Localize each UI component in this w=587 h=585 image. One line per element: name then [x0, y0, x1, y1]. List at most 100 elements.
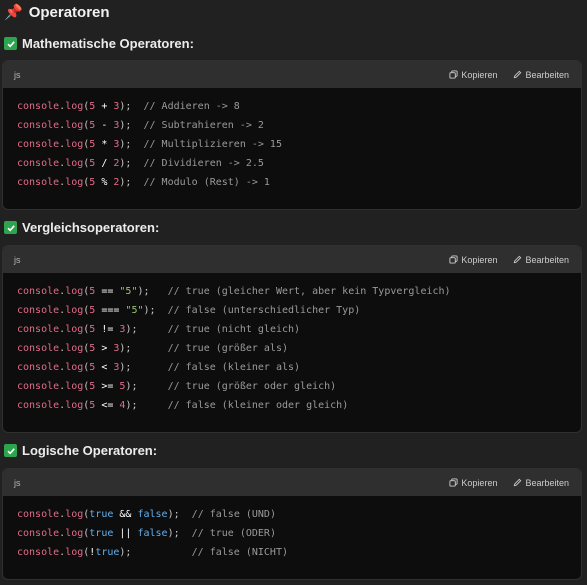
code-token: "5": [119, 286, 138, 297]
code-token: ===: [95, 305, 126, 316]
code-token: );: [125, 381, 168, 392]
section-heading-text: Mathematische Operatoren:: [22, 36, 194, 51]
code-token: );: [125, 324, 168, 335]
copy-icon: [449, 70, 458, 79]
pencil-icon: [514, 70, 522, 79]
code-token: >: [95, 343, 114, 354]
code-token: "5": [125, 305, 144, 316]
code-block-math: js Kopieren Bearbeiten console.log(5 + 3…: [2, 60, 582, 210]
code-token: %: [95, 177, 114, 188]
code-token: log: [65, 101, 84, 112]
code-token: );: [137, 286, 168, 297]
checkmark-icon: [4, 444, 17, 457]
edit-button[interactable]: Bearbeiten: [513, 70, 569, 80]
code-block-header: js Kopieren Bearbeiten: [3, 246, 581, 273]
code-token: // Subtrahieren -> 2: [143, 120, 264, 131]
code-line: console.log(5 % 2); // Modulo (Rest) -> …: [17, 173, 567, 192]
code-language-label: js: [14, 69, 21, 80]
code-line: console.log(5 < 3); // false (kleiner al…: [17, 358, 567, 377]
code-token: log: [65, 120, 84, 131]
code-token: );: [119, 362, 168, 373]
code-token: &&: [113, 509, 138, 520]
code-block-header: js Kopieren Bearbeiten: [3, 61, 581, 88]
code-token: // Multiplizieren -> 15: [143, 139, 282, 150]
code-language-label: js: [14, 254, 21, 265]
page: 📌 Operatoren Mathematische Operatoren: j…: [0, 0, 587, 585]
code-token: <: [95, 362, 114, 373]
page-title-text: Operatoren: [28, 3, 110, 21]
code-line: console.log(5 === "5"); // false (unters…: [17, 301, 567, 320]
code-block-header: js Kopieren Bearbeiten: [3, 469, 581, 496]
section-heading-logic: Logische Operatoren:: [4, 443, 157, 458]
code-token: );: [119, 158, 144, 169]
code-token: false: [137, 528, 168, 539]
code-token: // true (größer oder gleich): [167, 381, 337, 392]
section-heading-math: Mathematische Operatoren:: [4, 36, 194, 51]
code-line: console.log(5 != 3); // true (nicht glei…: [17, 320, 567, 339]
code-token: log: [65, 139, 84, 150]
code-token: log: [65, 343, 84, 354]
code-line: console.log(5 / 2); // Dividieren -> 2.5: [17, 154, 567, 173]
code-token: // true (ODER): [191, 528, 276, 539]
code-token: log: [65, 324, 84, 335]
code-token: log: [65, 528, 84, 539]
checkmark-icon: [4, 221, 17, 234]
code-token: console: [17, 101, 60, 112]
code-token: log: [65, 362, 84, 373]
code-line: console.log(5 >= 5); // true (größer ode…: [17, 377, 567, 396]
copy-button[interactable]: Kopieren: [449, 70, 497, 80]
code-token: log: [65, 177, 84, 188]
code-token: // false (kleiner als): [167, 362, 301, 373]
copy-icon: [449, 255, 458, 264]
pencil-icon: [514, 255, 522, 264]
code-language-label: js: [14, 477, 21, 488]
code-token: console: [17, 528, 60, 539]
code-token: );: [125, 400, 168, 411]
code-token: );: [119, 120, 144, 131]
code-block-logic: js Kopieren Bearbeiten console.log(true …: [2, 468, 582, 580]
code-token: ==: [95, 286, 120, 297]
code-line: console.log(5 * 3); // Multiplizieren ->…: [17, 135, 567, 154]
code-token: // Modulo (Rest) -> 1: [143, 177, 270, 188]
code-token: // false (kleiner oder gleich): [167, 400, 349, 411]
edit-button[interactable]: Bearbeiten: [513, 255, 569, 265]
code-token: console: [17, 305, 60, 316]
copy-label: Kopieren: [461, 254, 498, 265]
code-line: console.log(5 + 3); // Addieren -> 8: [17, 97, 567, 116]
code-line: console.log(true && false); // false (UN…: [17, 505, 567, 524]
code-body: console.log(true && false); // false (UN…: [3, 496, 581, 562]
code-token: // Dividieren -> 2.5: [143, 158, 264, 169]
section-heading-text: Vergleichsoperatoren:: [22, 220, 160, 235]
checkmark-icon: [4, 37, 17, 50]
code-token: );: [119, 547, 192, 558]
code-token: );: [119, 177, 144, 188]
section-heading-compare: Vergleichsoperatoren:: [4, 220, 159, 235]
code-token: );: [143, 305, 168, 316]
code-token: console: [17, 120, 60, 131]
code-token: ||: [113, 528, 138, 539]
pencil-icon: [514, 478, 522, 487]
code-token: console: [17, 324, 60, 335]
code-token: console: [17, 139, 60, 150]
code-token: !=: [95, 324, 120, 335]
page-title: 📌 Operatoren: [4, 3, 110, 22]
code-token: // Addieren -> 8: [143, 101, 240, 112]
edit-button[interactable]: Bearbeiten: [513, 478, 569, 488]
edit-label: Bearbeiten: [525, 69, 569, 80]
section-heading-text: Logische Operatoren:: [22, 443, 158, 458]
code-token: // true (größer als): [167, 343, 288, 354]
code-token: console: [17, 400, 60, 411]
code-token: log: [65, 158, 84, 169]
code-token: );: [119, 101, 144, 112]
code-token: console: [17, 158, 60, 169]
code-token: false: [137, 509, 168, 520]
copy-button[interactable]: Kopieren: [449, 478, 497, 488]
code-token: log: [65, 381, 84, 392]
code-token: log: [65, 547, 84, 558]
code-token: >=: [95, 381, 120, 392]
copy-label: Kopieren: [461, 69, 498, 80]
edit-label: Bearbeiten: [525, 477, 569, 488]
code-token: );: [167, 509, 192, 520]
copy-button[interactable]: Kopieren: [449, 255, 497, 265]
code-token: log: [65, 286, 84, 297]
